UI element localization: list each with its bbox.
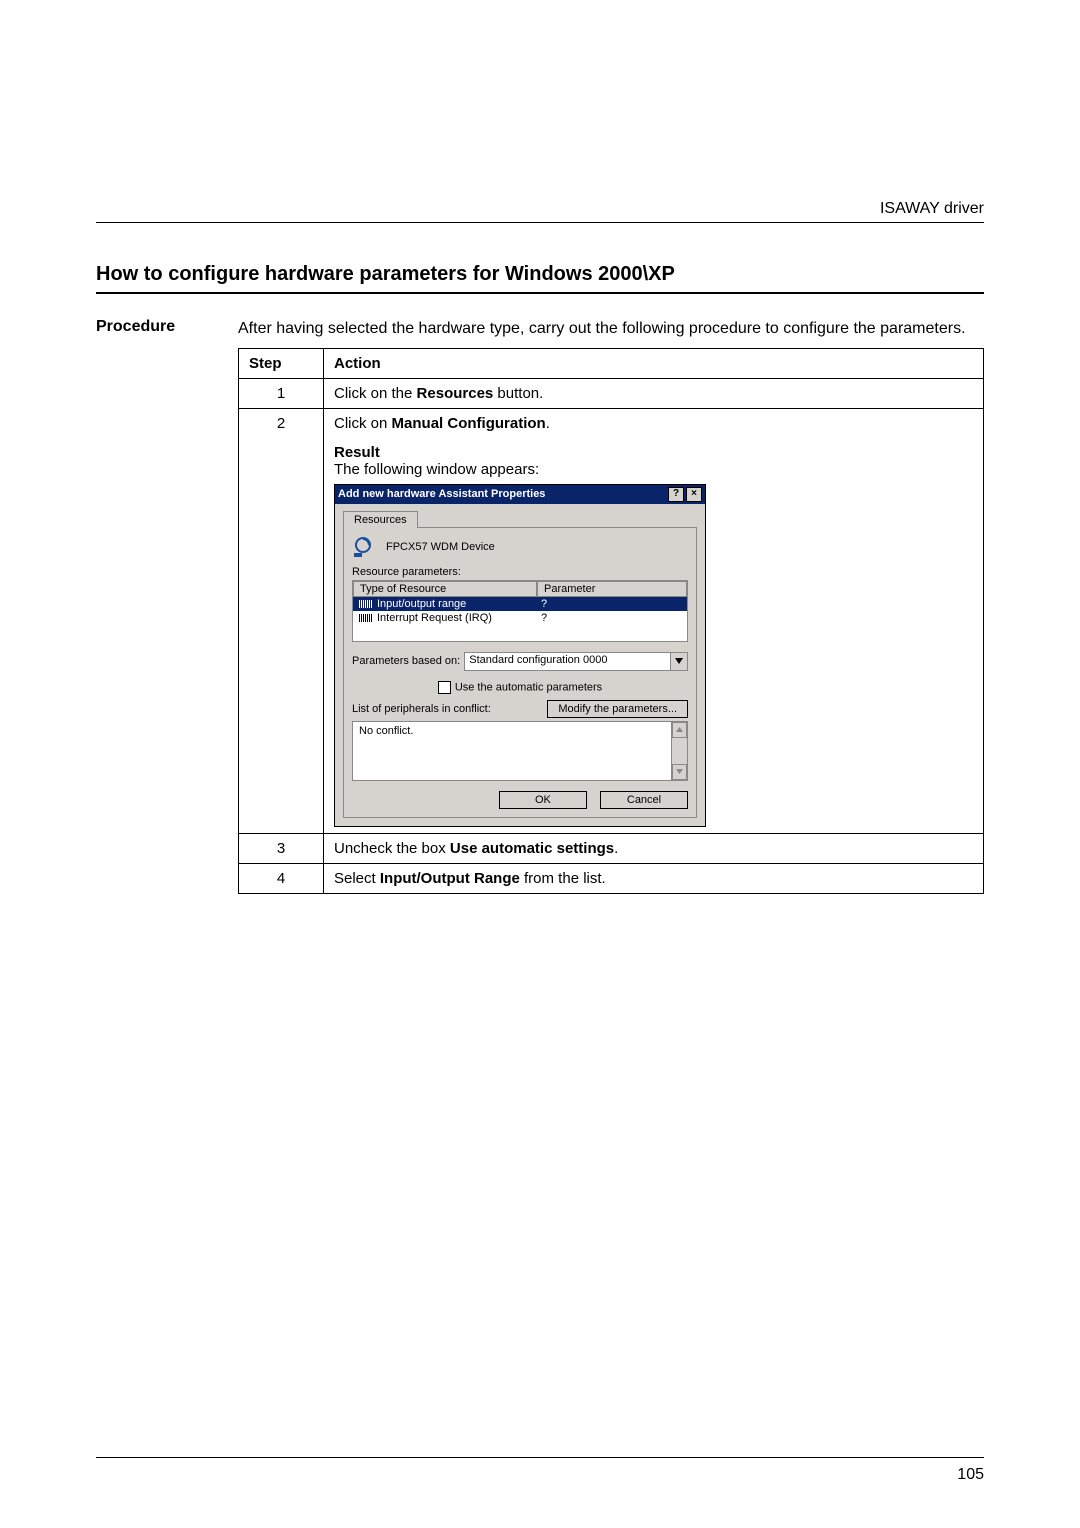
params-based-combo[interactable]: Standard configuration 0000 — [464, 652, 688, 671]
text-prefix: Uncheck the box — [334, 840, 450, 857]
irq-icon — [359, 614, 373, 622]
table-row: 1 Click on the Resources button. — [239, 378, 984, 408]
row-type: Input/output range — [353, 597, 535, 611]
text-bold: Use automatic settings — [450, 840, 614, 857]
tab-strip: Resources — [335, 504, 705, 527]
ok-button[interactable]: OK — [499, 791, 587, 809]
header-right-text: ISAWAY driver — [96, 200, 984, 218]
page: ISAWAY driver How to configure hardware … — [0, 0, 1080, 1528]
step-action: Select Input/Output Range from the list. — [324, 863, 984, 893]
conflict-listbox: No conflict. — [352, 721, 688, 781]
table-row: 2 Click on Manual Configuration. Result … — [239, 408, 984, 833]
procedure-block: Procedure After having selected the hard… — [96, 318, 984, 894]
step-number: 3 — [239, 833, 324, 863]
text-prefix: Click on the — [334, 385, 417, 402]
scrollbar[interactable] — [671, 722, 687, 780]
text-suffix: . — [546, 415, 550, 432]
device-icon — [352, 536, 376, 558]
params-based-label: Parameters based on: — [352, 655, 460, 667]
procedure-intro: After having selected the hardware type,… — [238, 318, 984, 340]
list-header-type: Type of Resource — [353, 581, 537, 597]
section-divider — [96, 292, 984, 294]
auto-params-label: Use the automatic parameters — [455, 681, 602, 693]
tab-body: FPCX57 WDM Device Resource parameters: T… — [343, 527, 697, 818]
page-number: 105 — [957, 1466, 984, 1484]
list-row-io-range[interactable]: Input/output range ? — [353, 597, 687, 611]
footer-divider — [96, 1457, 984, 1458]
list-header: Type of Resource Parameter — [353, 581, 687, 597]
scroll-down-icon[interactable] — [672, 764, 687, 780]
step-action: Uncheck the box Use automatic settings. — [324, 833, 984, 863]
step-number: 2 — [239, 408, 324, 833]
row-type: Interrupt Request (IRQ) — [353, 611, 535, 625]
dialog-button-row: OK Cancel — [352, 791, 688, 809]
step-action: Click on Manual Configuration. Result Th… — [324, 408, 984, 833]
text-bold: Input/Output Range — [380, 870, 520, 887]
procedure-content: After having selected the hardware type,… — [238, 318, 984, 894]
conflict-header-row: List of peripherals in conflict: Modify … — [352, 700, 688, 718]
table-row: 3 Uncheck the box Use automatic settings… — [239, 833, 984, 863]
io-range-icon — [359, 600, 373, 608]
device-row: FPCX57 WDM Device — [352, 536, 688, 558]
resource-params-label: Resource parameters: — [352, 566, 688, 578]
dialog-title: Add new hardware Assistant Properties — [338, 488, 545, 500]
step-number: 4 — [239, 863, 324, 893]
properties-dialog: Add new hardware Assistant Properties ? … — [334, 484, 706, 827]
spacer — [334, 432, 973, 444]
combo-value: Standard configuration 0000 — [465, 653, 670, 670]
list-header-param: Parameter — [537, 581, 687, 597]
dialog-titlebar[interactable]: Add new hardware Assistant Properties ? … — [335, 485, 705, 504]
tab-resources[interactable]: Resources — [343, 511, 418, 528]
row-param: ? — [535, 611, 687, 625]
col-step-header: Step — [239, 348, 324, 378]
procedure-label: Procedure — [96, 318, 226, 894]
text-prefix: Click on — [334, 415, 392, 432]
text-suffix: from the list. — [520, 870, 606, 887]
text-prefix: Select — [334, 870, 380, 887]
conflict-label: List of peripherals in conflict: — [352, 703, 491, 715]
modify-parameters-button[interactable]: Modify the parameters... — [547, 700, 688, 718]
result-label: Result — [334, 444, 973, 461]
scroll-up-icon[interactable] — [672, 722, 687, 738]
auto-params-row: Use the automatic parameters — [352, 681, 688, 694]
table-row: 4 Select Input/Output Range from the lis… — [239, 863, 984, 893]
page-header: ISAWAY driver — [96, 200, 984, 223]
row-type-text: Interrupt Request (IRQ) — [377, 612, 492, 624]
row-param: ? — [535, 597, 687, 611]
step2-line1: Click on Manual Configuration. — [334, 415, 973, 432]
close-button[interactable]: × — [686, 487, 702, 502]
params-based-on-row: Parameters based on: Standard configurat… — [352, 652, 688, 671]
text-bold: Resources — [417, 385, 494, 402]
chevron-down-icon[interactable] — [670, 653, 687, 670]
text-suffix: . — [614, 840, 618, 857]
section-title: How to configure hardware parameters for… — [96, 263, 984, 286]
auto-params-checkbox[interactable] — [438, 681, 451, 694]
row-type-text: Input/output range — [377, 598, 466, 610]
procedure-table: Step Action 1 Click on the Resources but… — [238, 348, 984, 894]
col-action-header: Action — [324, 348, 984, 378]
text-bold: Manual Configuration — [392, 415, 546, 432]
resource-listbox[interactable]: Type of Resource Parameter Input/output … — [352, 580, 688, 642]
cancel-button[interactable]: Cancel — [600, 791, 688, 809]
list-row-irq[interactable]: Interrupt Request (IRQ) ? — [353, 611, 687, 625]
device-name: FPCX57 WDM Device — [386, 541, 495, 553]
step-action: Click on the Resources button. — [324, 378, 984, 408]
step-number: 1 — [239, 378, 324, 408]
help-button[interactable]: ? — [668, 487, 684, 502]
text-suffix: button. — [493, 385, 543, 402]
table-header-row: Step Action — [239, 348, 984, 378]
conflict-text: No conflict. — [353, 722, 671, 780]
result-text: The following window appears: — [334, 461, 973, 478]
